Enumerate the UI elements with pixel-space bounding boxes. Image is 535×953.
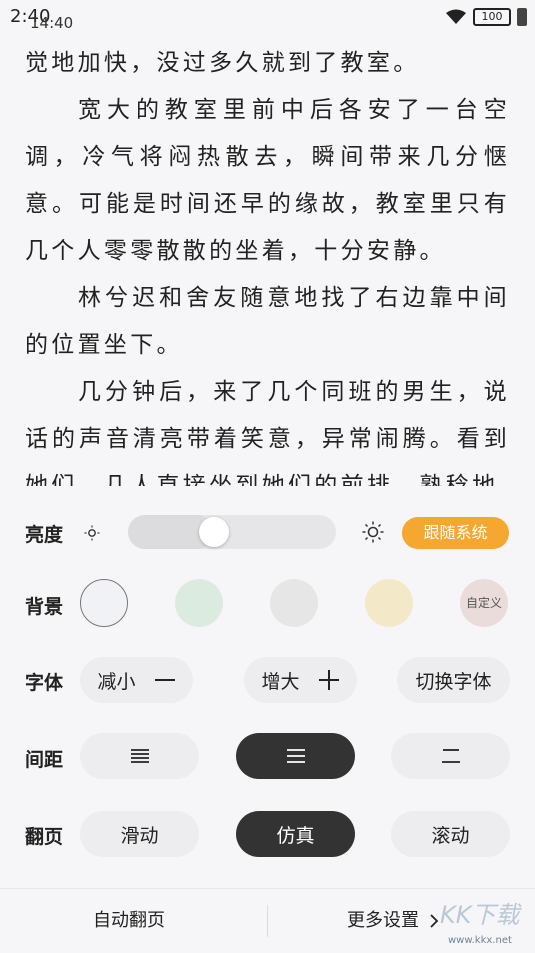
brightness-label: 亮度 xyxy=(25,524,64,546)
status-bar: 2:40 14:40 100 xyxy=(0,0,535,40)
background-swatch-gray[interactable] xyxy=(270,579,318,627)
spacing-loose-button[interactable] xyxy=(391,733,510,779)
paragraph-2: 宽大的教室里前中后各安了一台空调，冷气将闷热散去，瞬间带来几分惬意。可能是时间还… xyxy=(25,97,510,264)
reader-content[interactable]: 觉地加快，没过多久就到了教室。 宽大的教室里前中后各安了一台空调，冷气将闷热散去… xyxy=(0,40,535,486)
battery-icon xyxy=(517,8,527,26)
reading-settings-panel xyxy=(0,486,535,952)
font-increase-label: 增大 xyxy=(261,670,300,693)
font-decrease-label: 减小 xyxy=(97,670,136,693)
spacing-label: 间距 xyxy=(25,749,64,771)
brightness-high-icon xyxy=(362,521,384,543)
minus-icon xyxy=(154,679,175,681)
font-increase-button[interactable]: 增大 xyxy=(244,657,357,703)
background-label: 背景 xyxy=(25,596,64,618)
background-swatch-custom[interactable]: 自定义 xyxy=(460,579,508,627)
status-icons: 100 xyxy=(445,8,527,26)
spacing-compact-button[interactable] xyxy=(80,733,199,779)
wifi-icon xyxy=(446,9,466,24)
page-turn-label: 翻页 xyxy=(25,826,64,848)
brightness-slider-thumb[interactable] xyxy=(199,517,229,547)
watermark-url: www.kkx.net xyxy=(448,935,512,946)
switch-font-button[interactable]: 切换字体 xyxy=(397,657,510,703)
page-turn-simulation-button[interactable]: 仿真 xyxy=(236,811,355,857)
brightness-slider[interactable] xyxy=(128,515,336,549)
spacing-standard-button[interactable] xyxy=(236,733,355,779)
spacing-standard-icon xyxy=(286,749,305,763)
page-turn-slide-button[interactable]: 滑动 xyxy=(80,811,199,857)
custom-swatch-label: 自定义 xyxy=(465,596,502,610)
brightness-low-icon xyxy=(84,525,100,541)
more-settings-label: 更多设置 xyxy=(347,910,419,931)
page-turn-scroll-button[interactable]: 滚动 xyxy=(391,811,510,857)
more-settings-button[interactable]: 更多设置 xyxy=(347,889,439,953)
battery-level: 100 xyxy=(473,8,511,26)
spacing-loose-icon xyxy=(441,749,460,763)
font-decrease-button[interactable]: 减小 xyxy=(80,657,193,703)
background-swatch-yellow[interactable] xyxy=(365,579,413,627)
watermark-logo: KK下载 xyxy=(440,901,520,929)
plus-icon xyxy=(318,670,339,690)
font-label: 字体 xyxy=(25,672,64,694)
paragraph-4: 几分钟后，来了几个同班的男生，说话的声音清亮带着笑意，异常闹腾。看到她们，几人直… xyxy=(25,379,510,486)
background-swatch-white[interactable] xyxy=(80,579,128,627)
status-clock-overlay: 14:40 xyxy=(30,14,74,32)
follow-system-button[interactable]: 跟随系统 xyxy=(402,517,509,549)
chevron-right-icon xyxy=(430,914,439,928)
spacing-compact-icon xyxy=(130,749,149,763)
background-swatch-green[interactable] xyxy=(175,579,223,627)
paragraph-1: 觉地加快，没过多久就到了教室。 xyxy=(25,50,420,76)
paragraph-3: 林兮迟和舍友随意地找了右边靠中间的位置坐下。 xyxy=(25,285,510,358)
auto-turn-button[interactable]: 自动翻页 xyxy=(93,889,165,953)
bottom-divider xyxy=(267,905,268,937)
